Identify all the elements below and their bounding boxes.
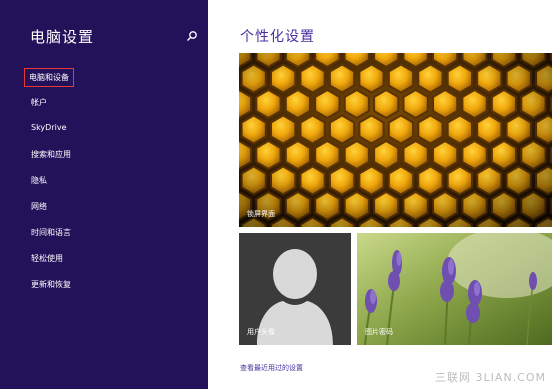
sidebar-item-skydrive[interactable]: SkyDrive xyxy=(31,123,67,132)
sidebar-item-search-apps[interactable]: 搜索和应用 xyxy=(31,149,71,160)
sidebar-item-ease-of-access[interactable]: 轻松使用 xyxy=(31,253,63,264)
main-content: 个性化设置 锁屏界面 用户头像 图片密码 查看最近用过的设置 xyxy=(208,0,554,389)
sidebar-item-time-language[interactable]: 时间和语言 xyxy=(31,227,71,238)
sidebar-item-pc-devices[interactable]: 电脑和设备 xyxy=(24,68,74,87)
picture-password-tile[interactable]: 图片密码 xyxy=(357,233,552,345)
lockscreen-tile[interactable]: 锁屏界面 xyxy=(239,53,552,227)
lockscreen-tile-label: 锁屏界面 xyxy=(247,210,275,218)
account-picture-tile-label: 用户头像 xyxy=(247,328,275,336)
sidebar-item-accounts[interactable]: 帐户 xyxy=(31,97,47,108)
lockscreen-preview-image xyxy=(239,53,552,227)
account-picture-tile[interactable]: 用户头像 xyxy=(239,233,351,345)
sidebar: 电脑设置 电脑和设备 帐户 SkyDrive 搜索和应用 隐私 网络 时间和语言… xyxy=(0,0,208,389)
sidebar-item-privacy[interactable]: 隐私 xyxy=(31,175,47,186)
sidebar-item-update-recovery[interactable]: 更新和恢复 xyxy=(31,279,71,290)
sidebar-item-network[interactable]: 网络 xyxy=(31,201,47,212)
page-heading: 个性化设置 xyxy=(240,29,315,45)
view-recent-settings-link[interactable]: 查看最近用过的设置 xyxy=(240,363,303,373)
search-icon[interactable] xyxy=(186,30,198,42)
sidebar-title: 电脑设置 xyxy=(30,28,95,46)
picture-password-tile-label: 图片密码 xyxy=(365,328,393,336)
watermark-logo: 三联网 3LIAN.COM xyxy=(435,371,546,384)
